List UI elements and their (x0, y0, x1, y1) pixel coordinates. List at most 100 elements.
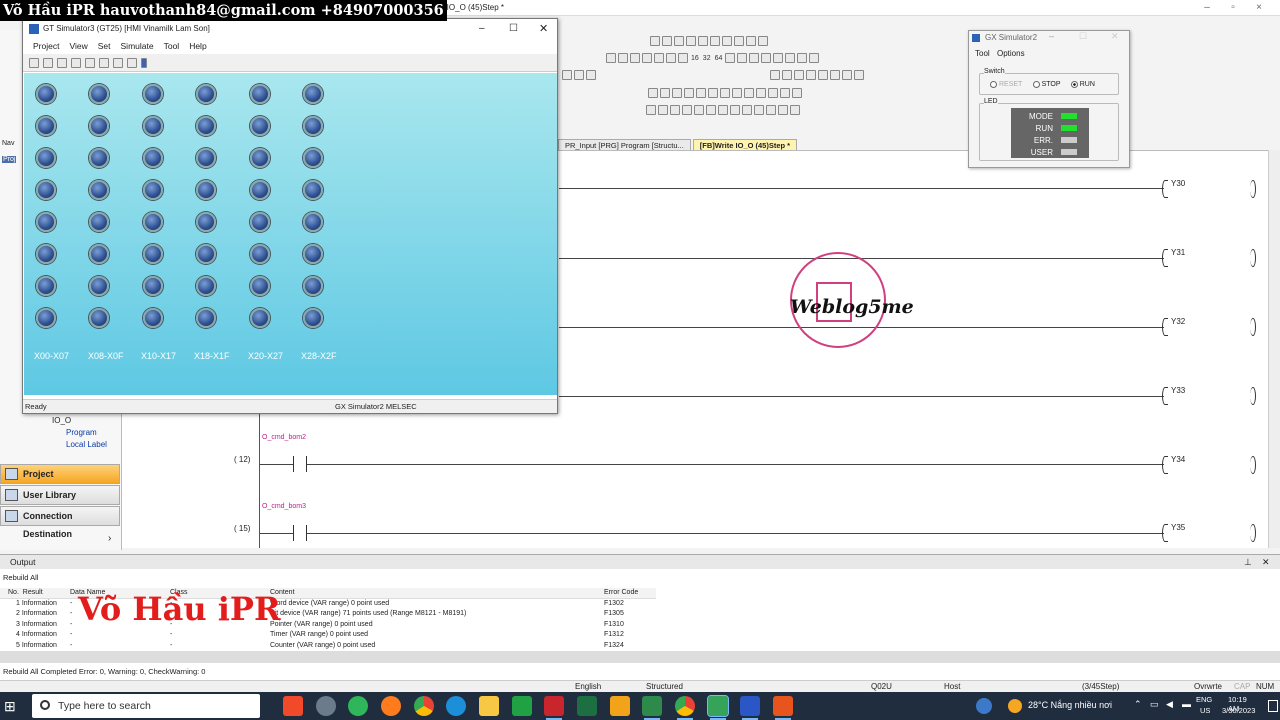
edit-tool-icon[interactable] (842, 70, 852, 80)
lamp-button[interactable] (36, 148, 56, 168)
dropdown-icon[interactable] (141, 58, 147, 68)
undo-icon[interactable] (29, 58, 39, 68)
radio-run[interactable]: RUN (1070, 81, 1095, 88)
fb-tool-icon[interactable] (742, 105, 752, 115)
word-32-button[interactable]: 32 (702, 55, 712, 62)
fb-tool-icon[interactable] (790, 105, 800, 115)
menu-set[interactable]: Set (98, 39, 111, 53)
ladder-tool-icon[interactable] (734, 36, 744, 46)
menu-simulate[interactable]: Simulate (121, 39, 154, 53)
monitor-tool-icon[interactable] (749, 53, 760, 63)
edit-tool-icon[interactable] (782, 70, 792, 80)
ladder-tool-icon[interactable] (650, 36, 660, 46)
input-language[interactable]: ENG (1196, 695, 1212, 704)
lamp-button[interactable] (142, 276, 163, 296)
output-row[interactable]: 4 Information - - Timer (VAR range) 0 point… (0, 630, 656, 641)
ladder-tool-icon[interactable] (710, 36, 720, 46)
user-library-button[interactable]: User Library (0, 485, 120, 505)
app-icon[interactable] (642, 696, 662, 720)
monitor-tool-icon[interactable] (737, 53, 748, 63)
ladder-tool-icon[interactable] (698, 36, 708, 46)
lamp-button[interactable] (89, 276, 110, 296)
edge-icon[interactable] (446, 696, 466, 716)
minimize-icon[interactable]: – (1049, 31, 1054, 41)
lamp-button[interactable] (249, 212, 270, 232)
lamp-button[interactable] (196, 116, 217, 136)
contact-icon[interactable] (293, 456, 307, 472)
app-icon[interactable] (544, 696, 564, 720)
excel-icon[interactable] (577, 696, 597, 716)
firefox-icon[interactable] (381, 696, 401, 716)
folder-icon[interactable] (99, 58, 109, 68)
monitor-tool-icon[interactable] (725, 53, 736, 63)
lamp-button[interactable] (196, 148, 217, 168)
st-tool-icon[interactable] (768, 88, 778, 98)
lamp-button[interactable] (142, 148, 163, 168)
monitor-tool-icon[interactable] (654, 53, 664, 63)
st-tool-icon[interactable] (648, 88, 658, 98)
app-icon[interactable] (740, 696, 760, 720)
close-icon[interactable]: × (1248, 1, 1270, 15)
project-nav-button[interactable]: Project (0, 464, 120, 484)
settings-icon[interactable] (562, 70, 572, 80)
fb-tool-icon[interactable] (730, 105, 740, 115)
weather-text[interactable]: 28°C Nắng nhiều nơi (1028, 700, 1112, 710)
lamp-button[interactable] (36, 308, 56, 328)
word-64-button[interactable]: 64 (714, 55, 724, 62)
stop-icon[interactable] (57, 58, 67, 68)
tool-icon[interactable] (113, 58, 123, 68)
monitor-tool-icon[interactable] (606, 53, 616, 63)
st-tool-icon[interactable] (780, 88, 790, 98)
battery-icon[interactable]: ▬ (1182, 699, 1191, 709)
st-tool-icon[interactable] (744, 88, 754, 98)
st-tool-icon[interactable] (708, 88, 718, 98)
close-icon[interactable]: ✕ (1262, 555, 1270, 569)
screen-icon[interactable] (85, 58, 95, 68)
brave-icon[interactable] (283, 696, 303, 716)
lamp-button[interactable] (249, 116, 270, 136)
file-explorer-icon[interactable] (479, 696, 499, 716)
edit-tool-icon[interactable] (818, 70, 828, 80)
menu-tool[interactable]: Tool (164, 39, 180, 53)
taskbar-search-input[interactable]: Type here to search (32, 694, 260, 718)
lamp-button[interactable] (303, 148, 323, 168)
monitor-tool-icon[interactable] (809, 53, 820, 63)
radio-stop[interactable]: STOP (1032, 81, 1061, 88)
edit-tool-icon[interactable] (830, 70, 840, 80)
lamp-button[interactable] (196, 212, 217, 232)
lamp-button[interactable] (36, 212, 56, 232)
minimize-icon[interactable]: – (479, 19, 485, 39)
lamp-button[interactable] (249, 84, 270, 104)
menu-help[interactable]: Help (189, 39, 206, 53)
chrome-icon[interactable] (414, 696, 434, 716)
lamp-button[interactable] (249, 244, 270, 264)
app-icon[interactable] (610, 696, 630, 716)
monitor-tool-icon[interactable] (642, 53, 652, 63)
lamp-button[interactable] (142, 116, 163, 136)
app-icon[interactable] (348, 696, 368, 716)
lamp-button[interactable] (196, 276, 217, 296)
edit-tool-icon[interactable] (854, 70, 864, 80)
edit-tool-icon[interactable] (770, 70, 780, 80)
camtasia-icon[interactable] (512, 696, 532, 716)
editor-vscrollbar[interactable] (1268, 150, 1280, 548)
lamp-button[interactable] (89, 180, 110, 200)
help-icon[interactable] (976, 698, 992, 714)
volume-icon[interactable]: ◀ (1166, 699, 1173, 710)
gx-menu-tool[interactable]: Tool (975, 49, 990, 58)
lamp-button[interactable] (36, 244, 56, 264)
fb-tool-icon[interactable] (766, 105, 776, 115)
menu-project[interactable]: Project (33, 39, 59, 53)
monitor-tool-icon[interactable] (797, 53, 808, 63)
device-monitor-icon[interactable] (71, 58, 81, 68)
lamp-button[interactable] (89, 244, 110, 264)
gx-works-icon[interactable] (707, 695, 729, 720)
edit-tool-icon[interactable] (794, 70, 804, 80)
lamp-button[interactable] (196, 244, 217, 264)
zoom-icon[interactable] (574, 70, 584, 80)
fb-tool-icon[interactable] (670, 105, 680, 115)
radio-reset[interactable]: RESET (990, 81, 1022, 88)
keyboard-icon[interactable] (127, 58, 137, 68)
lamp-button[interactable] (196, 180, 217, 200)
word-16-button[interactable]: 16 (690, 55, 700, 62)
